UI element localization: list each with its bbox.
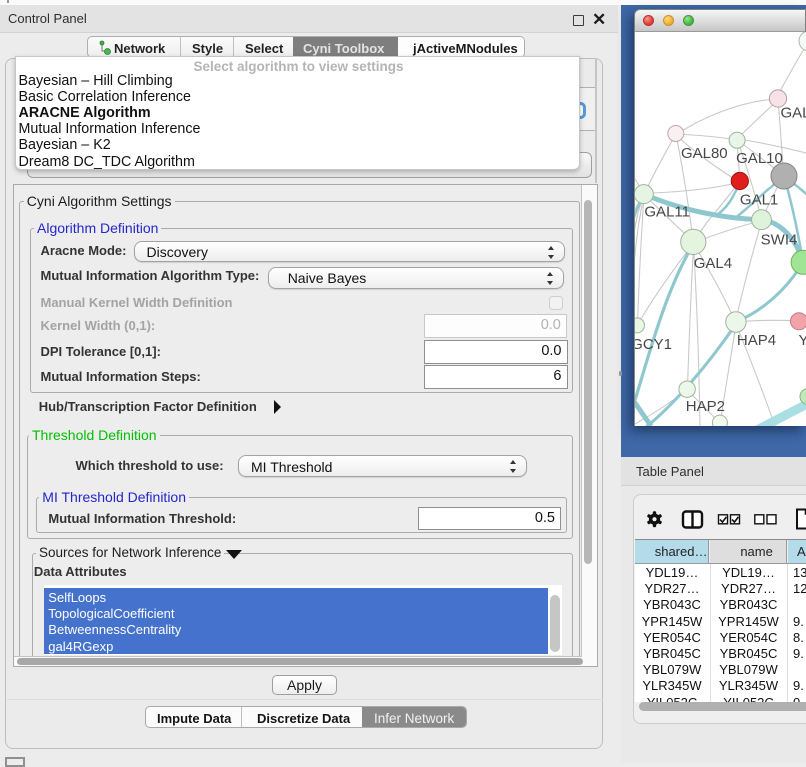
svg-text:GAL11: GAL11	[644, 204, 690, 221]
svg-text:HAP4: HAP4	[737, 332, 776, 349]
svg-text:GAL4: GAL4	[694, 255, 732, 272]
svg-text:GAL1: GAL1	[740, 191, 778, 208]
svg-text:GCY1: GCY1	[635, 336, 672, 353]
svg-text:GAL10: GAL10	[736, 150, 783, 167]
svg-text:GAL2: GAL2	[781, 105, 806, 122]
svg-text:SWI4: SWI4	[761, 232, 798, 249]
svg-text:GAL80: GAL80	[681, 145, 728, 162]
svg-text:YEL: YEL	[799, 332, 806, 349]
svg-text:HAP2: HAP2	[686, 398, 725, 415]
